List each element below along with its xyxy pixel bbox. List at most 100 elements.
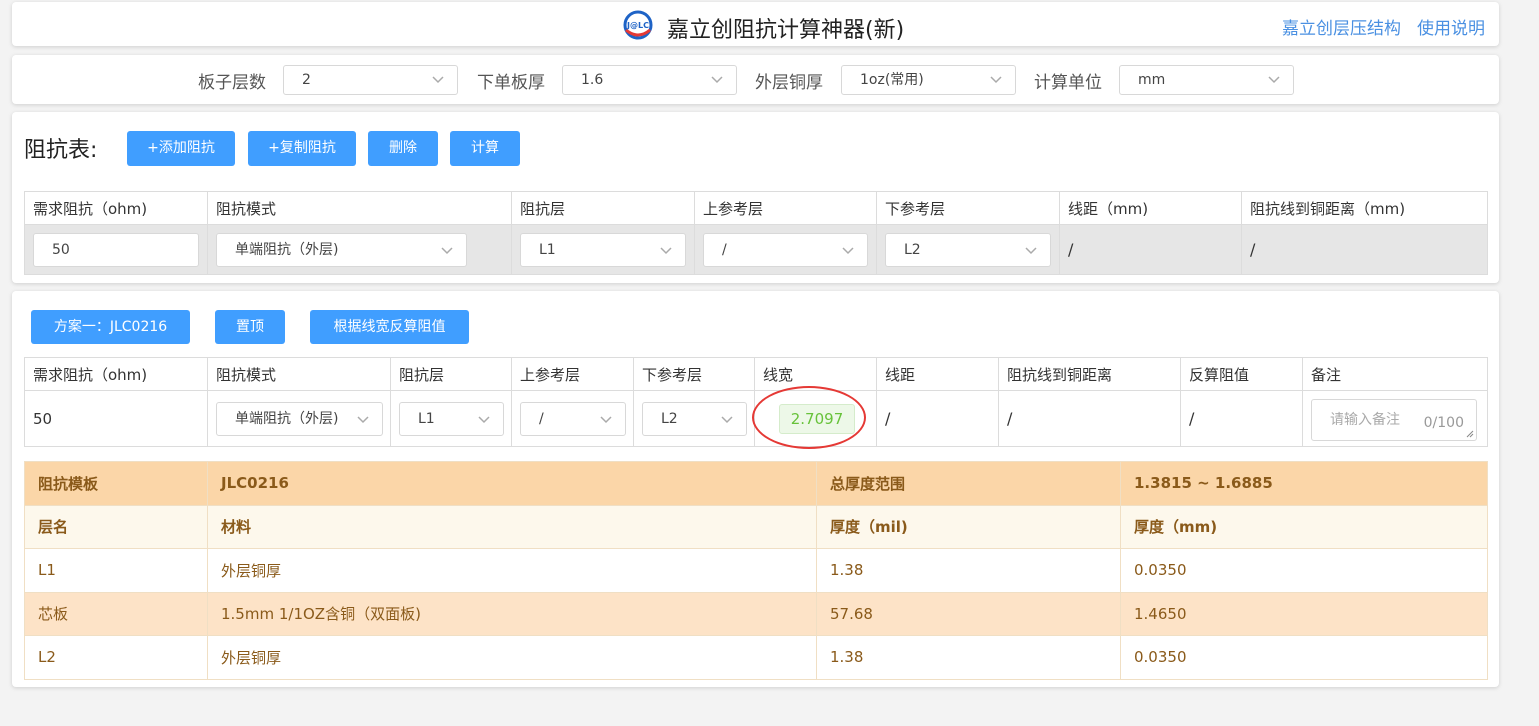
stackup-link[interactable]: 嘉立创层压结构 xyxy=(1282,14,1401,39)
upper-ref-value: / xyxy=(722,242,727,258)
col-header-spacing: 线距（mm) xyxy=(1059,191,1242,225)
thickness-value: 1.6 xyxy=(581,72,604,88)
scheme-button[interactable]: 方案一：JLC0216 xyxy=(31,310,190,344)
col-header-lower-ref: 下参考层 xyxy=(876,191,1060,225)
col-header-upper-ref: 上参考层 xyxy=(694,191,877,225)
calculate-button[interactable]: 计算 xyxy=(450,131,520,166)
mode-cell: 单端阻抗（外层) xyxy=(207,390,391,447)
reverse-calc-button[interactable]: 根据线宽反算阻值 xyxy=(310,310,469,344)
range-value: 1.3815 ~ 1.6885 xyxy=(1120,461,1488,506)
lower-ref-select[interactable]: L2 xyxy=(642,402,747,436)
layers-label: 板子层数 xyxy=(198,73,266,93)
layer-cell: L1 xyxy=(390,390,512,447)
table-header-row: 需求阻抗（ohm) 阻抗模式 阻抗层 上参考层 下参考层 线距（mm) 阻抗线到… xyxy=(24,191,1488,225)
col-header-to-copper: 阻抗线到铜距离（mm) xyxy=(1241,191,1488,225)
jlc-logo-icon: J@LC xyxy=(623,10,653,40)
col-header-mode: 阻抗模式 xyxy=(207,191,512,225)
chevron-down-icon xyxy=(441,247,453,255)
remark-textarea[interactable]: 请输入备注 0/100 xyxy=(1311,399,1477,441)
layer-name: L2 xyxy=(24,635,208,680)
layers-select[interactable]: 2 xyxy=(283,65,458,95)
copper-value: 1oz(常用) xyxy=(860,72,924,88)
upper-ref-select[interactable]: / xyxy=(520,402,626,436)
thickness-mil: 57.68 xyxy=(816,591,1121,636)
to-copper-value: / xyxy=(1007,409,1013,428)
chevron-down-icon xyxy=(660,247,672,255)
upper-ref-value: / xyxy=(539,411,544,427)
thickness-label: 下单板厚 xyxy=(477,73,545,93)
reverse-value-cell: / xyxy=(1180,390,1303,447)
mode-select[interactable]: 单端阻抗（外层) xyxy=(216,233,467,267)
spacing-value: / xyxy=(1068,240,1074,259)
impedance-value: 50 xyxy=(52,242,70,258)
to-copper-value: / xyxy=(1250,240,1256,259)
add-impedance-button[interactable]: +添加阻抗 xyxy=(127,131,235,166)
layer-cell: L1 xyxy=(511,224,695,275)
col-header-impedance: 需求阻抗（ohm) xyxy=(24,191,208,225)
thickness-select[interactable]: 1.6 xyxy=(562,65,737,95)
line-width-cell: 2.7097 xyxy=(752,386,877,449)
unit-select[interactable]: mm xyxy=(1119,65,1294,95)
chevron-down-icon xyxy=(357,416,369,424)
chevron-down-icon xyxy=(711,76,723,84)
upper-ref-cell: / xyxy=(694,224,877,275)
col-header-thickness-mil: 厚度（mil) xyxy=(816,504,1121,549)
impedance-table-title: 阻抗表: xyxy=(24,138,98,163)
remark-char-count: 0/100 xyxy=(1423,415,1464,431)
solution-card: 方案一：JLC0216 置顶 根据线宽反算阻值 需求阻抗（ohm) 阻抗模式 阻… xyxy=(12,291,1499,687)
table-row: L2 外层铜厚 1.38 0.0350 xyxy=(24,635,1488,680)
impedance-input[interactable]: 50 xyxy=(33,233,199,267)
settings-bar: 板子层数 2 下单板厚 1.6 外层铜厚 1oz(常用) 计算单位 mm xyxy=(12,55,1499,104)
copy-impedance-button[interactable]: +复制阻抗 xyxy=(248,131,356,166)
upper-ref-select[interactable]: / xyxy=(703,233,868,267)
layer-name: 芯板 xyxy=(24,591,208,636)
impedance-table: 需求阻抗（ohm) 阻抗模式 阻抗层 上参考层 下参考层 线距（mm) 阻抗线到… xyxy=(24,191,1488,275)
spacing-cell: / xyxy=(1059,224,1242,275)
layer-select[interactable]: L1 xyxy=(399,402,504,436)
lower-ref-value: L2 xyxy=(661,411,678,427)
col-header-to-copper: 阻抗线到铜距离 xyxy=(998,357,1181,391)
impedance-value: 50 xyxy=(33,409,53,428)
delete-button[interactable]: 删除 xyxy=(368,131,438,166)
chevron-down-icon xyxy=(990,76,1002,84)
material: 外层铜厚 xyxy=(207,635,817,680)
remark-cell: 请输入备注 0/100 xyxy=(1302,390,1488,447)
chevron-down-icon xyxy=(600,416,612,424)
impedance-table-card: 阻抗表: +添加阻抗 +复制阻抗 删除 计算 需求阻抗（ohm) 阻抗模式 阻抗… xyxy=(12,112,1499,283)
table-row: 芯板 1.5mm 1/1OZ含铜（双面板) 57.68 1.4650 xyxy=(24,591,1488,636)
chevron-down-icon xyxy=(721,416,733,424)
table-row: L1 外层铜厚 1.38 0.0350 xyxy=(24,548,1488,593)
help-link[interactable]: 使用说明 xyxy=(1417,14,1485,39)
solution-table: 需求阻抗（ohm) 阻抗模式 阻抗层 上参考层 下参考层 线宽 线距 阻抗线到铜… xyxy=(24,357,1488,449)
lower-ref-select[interactable]: L2 xyxy=(885,233,1051,267)
chevron-down-icon xyxy=(478,416,490,424)
pin-top-button[interactable]: 置顶 xyxy=(215,310,285,344)
lower-ref-cell: L2 xyxy=(633,390,755,447)
copper-select[interactable]: 1oz(常用) xyxy=(841,65,1016,95)
chevron-down-icon xyxy=(1268,76,1280,84)
remark-placeholder: 请输入备注 xyxy=(1330,412,1400,428)
material: 外层铜厚 xyxy=(207,548,817,593)
material: 1.5mm 1/1OZ含铜（双面板) xyxy=(207,591,817,636)
col-header-upper-ref: 上参考层 xyxy=(511,357,634,391)
to-copper-cell: / xyxy=(998,390,1181,447)
thickness-mil: 1.38 xyxy=(816,635,1121,680)
layer-select[interactable]: L1 xyxy=(520,233,686,267)
template-label: 阻抗模板 xyxy=(24,461,208,506)
col-header-layer: 阻抗层 xyxy=(511,191,695,225)
page-title: 嘉立创阻抗计算神器(新) xyxy=(667,18,905,43)
col-header-lower-ref: 下参考层 xyxy=(633,357,755,391)
line-width-value: 2.7097 xyxy=(779,404,855,434)
mode-select[interactable]: 单端阻抗（外层) xyxy=(216,402,383,436)
layer-value: L1 xyxy=(539,242,556,258)
stackup-header-row: 层名 材料 厚度（mil) 厚度（mm) xyxy=(24,504,1488,549)
template-value: JLC0216 xyxy=(207,461,817,506)
impedance-cell: 50 xyxy=(24,224,208,275)
lower-ref-cell: L2 xyxy=(876,224,1060,275)
chevron-down-icon xyxy=(432,76,444,84)
layer-name: L1 xyxy=(24,548,208,593)
logo-text: J@LC xyxy=(626,21,649,30)
thickness-mm: 0.0350 xyxy=(1120,635,1488,680)
resize-handle-icon[interactable] xyxy=(1466,430,1474,438)
upper-ref-cell: / xyxy=(511,390,634,447)
